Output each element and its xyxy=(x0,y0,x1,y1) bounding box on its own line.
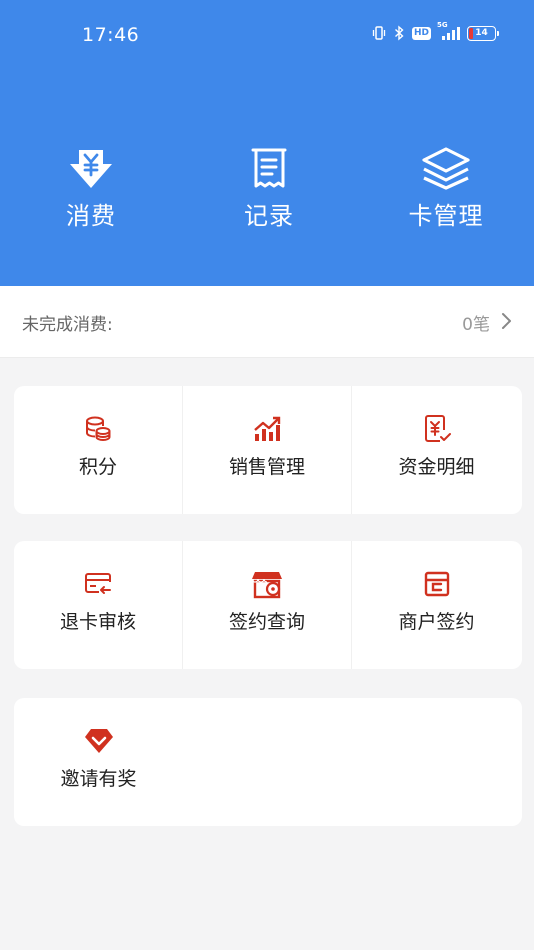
grid-item-label: 签约查询 xyxy=(228,611,305,633)
pending-consumption-row[interactable]: 未完成消费: 0笔 xyxy=(0,286,534,358)
merchant-sign-icon xyxy=(352,569,521,599)
grid-item-card-return-review[interactable]: 退卡审核 xyxy=(14,541,183,669)
yen-document-icon xyxy=(352,414,521,444)
function-card: 退卡审核 签约查询 商户签约 xyxy=(14,541,522,669)
grid-item-contract-inquiry[interactable]: 签约查询 xyxy=(183,541,352,669)
function-card: 邀请有奖 xyxy=(14,698,522,826)
bluetooth-icon xyxy=(394,25,405,41)
header-panel: 17:46 HD 5G 14 消费 记录 卡管理 xyxy=(0,0,534,286)
battery-percent: 14 xyxy=(475,28,488,38)
battery-level xyxy=(469,27,473,39)
grid-item-label: 销售管理 xyxy=(228,456,305,478)
quick-action-records[interactable]: 记录 xyxy=(209,146,329,231)
quick-action-consume[interactable]: 消费 xyxy=(31,146,151,231)
vibrate-icon xyxy=(371,25,387,41)
receipt-icon xyxy=(209,146,329,190)
sales-chart-icon xyxy=(183,414,351,444)
grid-item-label: 资金明细 xyxy=(398,456,475,478)
grid-item-label: 积分 xyxy=(78,456,117,478)
grid-item-label: 商户签约 xyxy=(398,611,475,633)
quick-action-card-management[interactable]: 卡管理 xyxy=(386,146,506,231)
hd-badge: HD xyxy=(411,26,431,40)
diamond-icon xyxy=(14,726,183,756)
store-location-icon xyxy=(183,569,351,599)
quick-action-label: 消费 xyxy=(66,202,116,230)
grid-item-label: 退卡审核 xyxy=(59,611,136,633)
download-yen-icon xyxy=(31,146,151,190)
grid-item-points[interactable]: 积分 xyxy=(14,386,183,514)
function-card: 积分 销售管理 资金明细 xyxy=(14,386,522,514)
pending-label: 未完成消费: xyxy=(22,315,113,335)
quick-action-label: 卡管理 xyxy=(408,202,484,230)
pending-count: 0笔 xyxy=(462,315,490,335)
grid-item-sales-management[interactable]: 销售管理 xyxy=(183,386,352,514)
status-time: 17:46 xyxy=(82,24,140,46)
grid-item-merchant-signing[interactable]: 商户签约 xyxy=(352,541,521,669)
battery-icon: 14 xyxy=(467,25,499,41)
status-icons: HD 5G 14 xyxy=(371,21,499,41)
card-return-icon xyxy=(14,569,182,599)
grid-item-fund-details[interactable]: 资金明细 xyxy=(352,386,521,514)
quick-action-label: 记录 xyxy=(244,202,294,230)
layers-icon xyxy=(386,146,506,190)
grid-item-label: 邀请有奖 xyxy=(60,768,137,790)
coins-icon xyxy=(14,414,182,444)
grid-item-invite-rewards[interactable]: 邀请有奖 xyxy=(14,698,183,826)
signal-icon: 5G xyxy=(437,21,460,41)
status-bar: 17:46 HD 5G 14 xyxy=(0,0,534,70)
chevron-right-icon xyxy=(500,312,512,334)
